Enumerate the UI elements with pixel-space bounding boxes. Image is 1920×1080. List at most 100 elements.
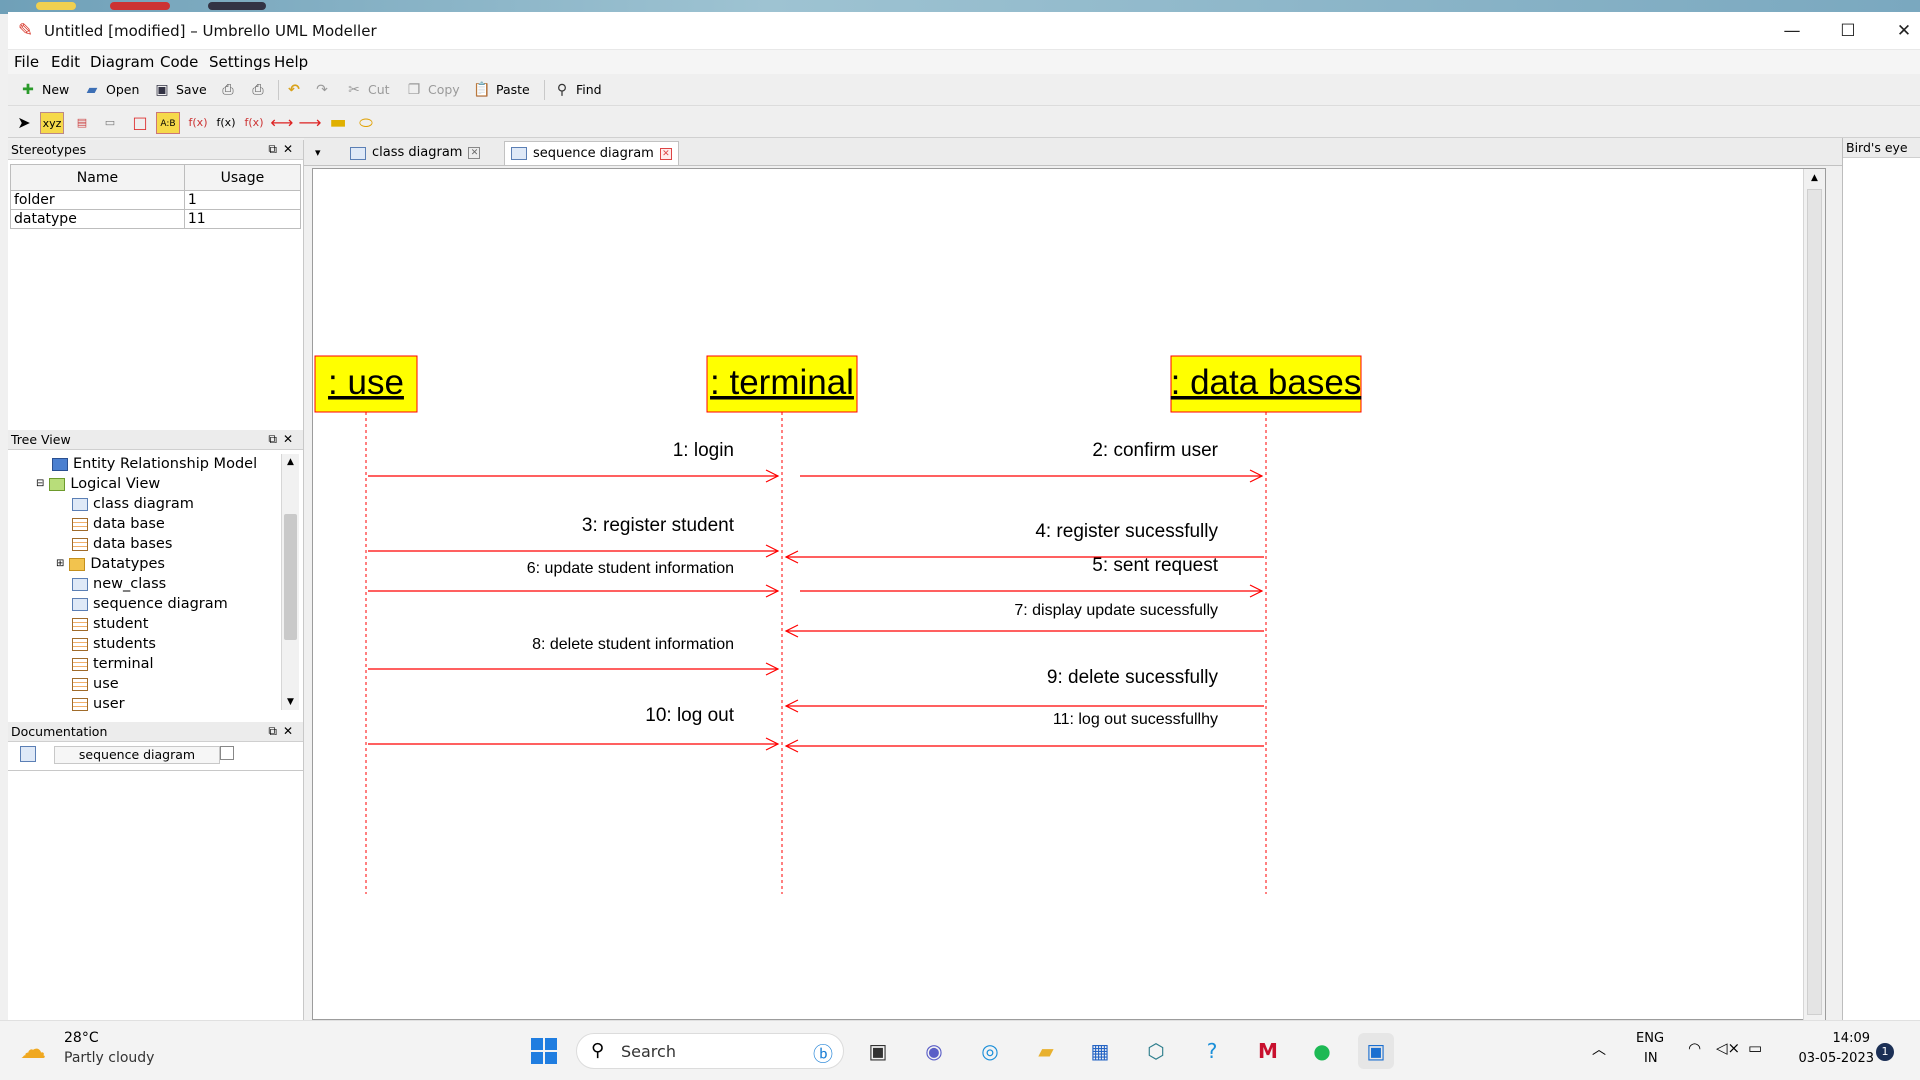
- paste-button[interactable]: 📋 Paste: [472, 79, 529, 101]
- tree-item-sequence-diagram[interactable]: sequence diagram: [72, 594, 228, 614]
- end-of-life-tool-icon[interactable]: ⬭: [354, 112, 378, 134]
- spotify-icon[interactable]: ●: [1304, 1033, 1340, 1069]
- menu-file[interactable]: File: [14, 52, 39, 72]
- tree-item-data-bases[interactable]: data bases: [72, 534, 172, 554]
- maximize-button[interactable]: ☐: [1820, 12, 1876, 50]
- documentation-checkbox[interactable]: [220, 746, 234, 760]
- tab-close-icon[interactable]: ✕: [659, 147, 672, 160]
- scroll-up-arrow-icon[interactable]: ▲: [282, 454, 299, 470]
- menu-help[interactable]: Help: [274, 52, 308, 72]
- diagram-canvas[interactable]: : use: terminal: data bases 1: login 2: co…: [312, 168, 1826, 1021]
- menu-edit[interactable]: Edit: [51, 52, 80, 72]
- copy-button[interactable]: ❐ Copy: [404, 79, 460, 101]
- select-tool-icon[interactable]: ➤: [12, 112, 36, 134]
- lifeline-use[interactable]: : use: [314, 355, 418, 894]
- tab-sequence-diagram[interactable]: sequence diagram ✕: [504, 141, 679, 165]
- speaker-muted-icon[interactable]: ◁×: [1716, 1039, 1740, 1057]
- column-header-usage[interactable]: Usage: [183, 164, 302, 191]
- language-indicator-top[interactable]: ENG: [1636, 1031, 1664, 1046]
- tree-item-logical-view[interactable]: ⊟ Logical View: [36, 474, 160, 494]
- lost-message-tool-icon[interactable]: ⟶: [298, 112, 322, 134]
- tree-item-student[interactable]: student: [72, 614, 148, 634]
- note-tool-icon[interactable]: ▭: [98, 112, 122, 134]
- tab-close-icon[interactable]: ✕: [468, 147, 481, 159]
- scroll-up-arrow-icon[interactable]: ▲: [1804, 169, 1825, 187]
- new-button[interactable]: ✚ New: [18, 79, 69, 101]
- wifi-icon[interactable]: ◠: [1688, 1039, 1701, 1057]
- table-row[interactable]: datatype 11: [10, 209, 302, 229]
- tree-item-students[interactable]: students: [72, 634, 156, 654]
- tree-item-user[interactable]: user: [72, 694, 125, 714]
- open-button[interactable]: ▰ Open: [82, 79, 140, 101]
- task-view-icon[interactable]: ▣: [860, 1033, 896, 1069]
- precondition-tool-icon[interactable]: ▬: [326, 112, 350, 134]
- menu-code[interactable]: Code: [160, 52, 198, 72]
- weather-icon[interactable]: ☁: [20, 1035, 54, 1065]
- message-11[interactable]: 11: log out sucessfullhy: [784, 711, 1264, 753]
- class-tool-icon[interactable]: ▤: [70, 112, 94, 134]
- panel-float-close-icons[interactable]: ⧉✕: [268, 722, 299, 741]
- tree-item-data-base[interactable]: data base: [72, 514, 165, 534]
- panel-float-close-icons[interactable]: ⧉✕: [268, 140, 299, 159]
- print-button[interactable]: ⎙: [218, 79, 238, 101]
- clock-date[interactable]: 03-05-2023: [1784, 1051, 1874, 1066]
- tree-item-terminal[interactable]: terminal: [72, 654, 154, 674]
- message-2[interactable]: 2: confirm user: [800, 440, 1264, 483]
- weather-temperature[interactable]: 28°C: [64, 1030, 99, 1046]
- expand-toggle-icon[interactable]: ⊞: [56, 554, 64, 574]
- umbrello-taskbar-icon[interactable]: ▣: [1358, 1033, 1394, 1069]
- found-message-tool-icon[interactable]: ⟷: [270, 112, 294, 134]
- message-3[interactable]: 3: register student: [368, 515, 780, 558]
- object-tool-icon[interactable]: xyz: [40, 112, 64, 134]
- weather-description[interactable]: Partly cloudy: [64, 1050, 154, 1066]
- panel-float-close-icons[interactable]: ⧉✕: [268, 430, 299, 449]
- start-button[interactable]: [526, 1033, 562, 1069]
- message-10[interactable]: 10: log out: [368, 705, 780, 751]
- table-row[interactable]: folder 1: [10, 190, 302, 210]
- edge-browser-icon[interactable]: ◎: [972, 1033, 1008, 1069]
- tree-view-scrollbar[interactable]: ▲ ▼: [281, 454, 299, 710]
- scrollbar-thumb[interactable]: [284, 514, 297, 640]
- message-5[interactable]: 6: update student information: [368, 560, 780, 598]
- undo-button[interactable]: ↶: [284, 79, 304, 101]
- save-button[interactable]: ▣ Save: [152, 79, 206, 101]
- print-preview-button[interactable]: ⎙: [248, 79, 268, 101]
- microsoft-store-icon[interactable]: ▦: [1082, 1033, 1118, 1069]
- cut-button[interactable]: ✂ Cut: [344, 79, 389, 101]
- get-help-icon[interactable]: ?: [1194, 1033, 1230, 1069]
- tab-list-dropdown[interactable]: ▾: [312, 141, 324, 165]
- clock-time[interactable]: 14:09: [1798, 1031, 1870, 1046]
- app-icon-teal[interactable]: ⬡: [1138, 1033, 1174, 1069]
- file-explorer-icon[interactable]: ▰: [1028, 1033, 1064, 1069]
- language-indicator-bottom[interactable]: IN: [1644, 1051, 1658, 1066]
- menu-settings[interactable]: Settings: [209, 52, 271, 72]
- function-call-tool-icon[interactable]: f(x): [214, 112, 238, 134]
- minimize-button[interactable]: —: [1764, 12, 1820, 50]
- column-header-name[interactable]: Name: [10, 164, 185, 191]
- synchronous-message-tool-icon[interactable]: f(x): [186, 112, 210, 134]
- collapse-toggle-icon[interactable]: ⊟: [36, 474, 44, 494]
- message-6[interactable]: 5: sent request: [800, 555, 1264, 598]
- battery-icon[interactable]: ▭: [1748, 1039, 1762, 1057]
- creation-message-tool-icon[interactable]: f(x): [242, 112, 266, 134]
- show-hidden-icons-chevron-icon[interactable]: ︿: [1592, 1039, 1606, 1059]
- menu-diagram[interactable]: Diagram: [90, 52, 154, 72]
- box-tool-icon[interactable]: □: [128, 112, 152, 134]
- lifeline-db[interactable]: : data bases: [1170, 355, 1362, 894]
- redo-button[interactable]: ↷: [312, 79, 332, 101]
- scrollbar-thumb[interactable]: [1807, 189, 1822, 1015]
- lifeline-terminal[interactable]: : terminal: [706, 355, 858, 894]
- taskbar-search-box[interactable]: ⚲ Search ⓑ: [576, 1033, 844, 1069]
- message-8[interactable]: 8: delete student information: [368, 636, 780, 676]
- tree-item-use[interactable]: use: [72, 674, 119, 694]
- tree-item-new-class[interactable]: new_class: [72, 574, 166, 594]
- message-9[interactable]: 9: delete sucessfully: [784, 667, 1264, 713]
- notification-badge[interactable]: 1: [1876, 1043, 1894, 1061]
- combined-fragment-tool-icon[interactable]: A:B: [156, 112, 180, 134]
- find-button[interactable]: ⚲ Find: [552, 79, 602, 101]
- canvas-scrollbar[interactable]: ▲: [1803, 169, 1825, 1021]
- message-7[interactable]: 7: display update sucessfully: [784, 602, 1264, 638]
- close-button[interactable]: ✕: [1876, 12, 1920, 50]
- tab-class-diagram[interactable]: class diagram ✕: [344, 141, 486, 165]
- tree-item-class-diagram[interactable]: class diagram: [72, 494, 194, 514]
